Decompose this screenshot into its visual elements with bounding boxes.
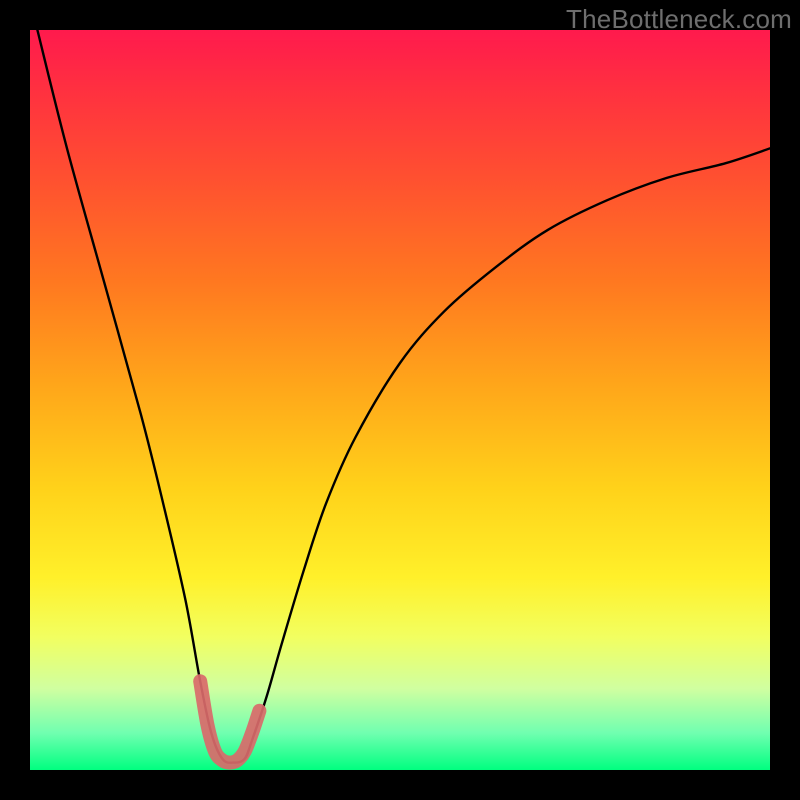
- chart-svg: [30, 30, 770, 770]
- watermark-text: TheBottleneck.com: [566, 4, 792, 35]
- highlight-valley: [200, 681, 259, 762]
- chart-area: [30, 30, 770, 770]
- bottleneck-curve: [37, 30, 770, 763]
